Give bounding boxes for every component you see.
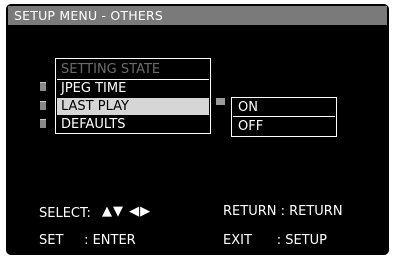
menu-title-bar: SETUP MENU - OTHERS — [8, 6, 387, 25]
navigation-arrows-icon: ▲▼ ◀▶ — [102, 204, 152, 219]
footer-return-hint: RETURN : RETURN — [223, 204, 343, 219]
menu-item-defaults[interactable]: DEFAULTS — [57, 116, 209, 133]
footer-set-hint: SET : ENTER — [39, 233, 136, 248]
last-play-options: ON OFF — [231, 97, 337, 137]
footer-select-label: SELECT: — [39, 206, 91, 221]
submenu-pointer-icon — [216, 98, 225, 105]
osd-screen: SETUP MENU - OTHERS SETTING STATE JPEG T… — [6, 4, 389, 255]
menu-item-last-play[interactable]: LAST PLAY — [57, 98, 209, 115]
menu-title: SETUP MENU - OTHERS — [14, 8, 163, 23]
option-on[interactable]: ON — [233, 99, 335, 117]
menu-item-jpeg-time[interactable]: JPEG TIME — [57, 79, 209, 96]
option-off[interactable]: OFF — [233, 118, 335, 136]
menu-bullet-icon — [40, 101, 46, 110]
footer-exit-hint: EXIT : SETUP — [223, 233, 327, 248]
menu-bullet-icon — [40, 119, 46, 128]
setup-menu-list: SETTING STATE JPEG TIME LAST PLAY DEFAUL… — [55, 58, 211, 134]
menu-bullet-icon — [40, 82, 46, 91]
menu-header-setting-state: SETTING STATE — [61, 62, 161, 77]
